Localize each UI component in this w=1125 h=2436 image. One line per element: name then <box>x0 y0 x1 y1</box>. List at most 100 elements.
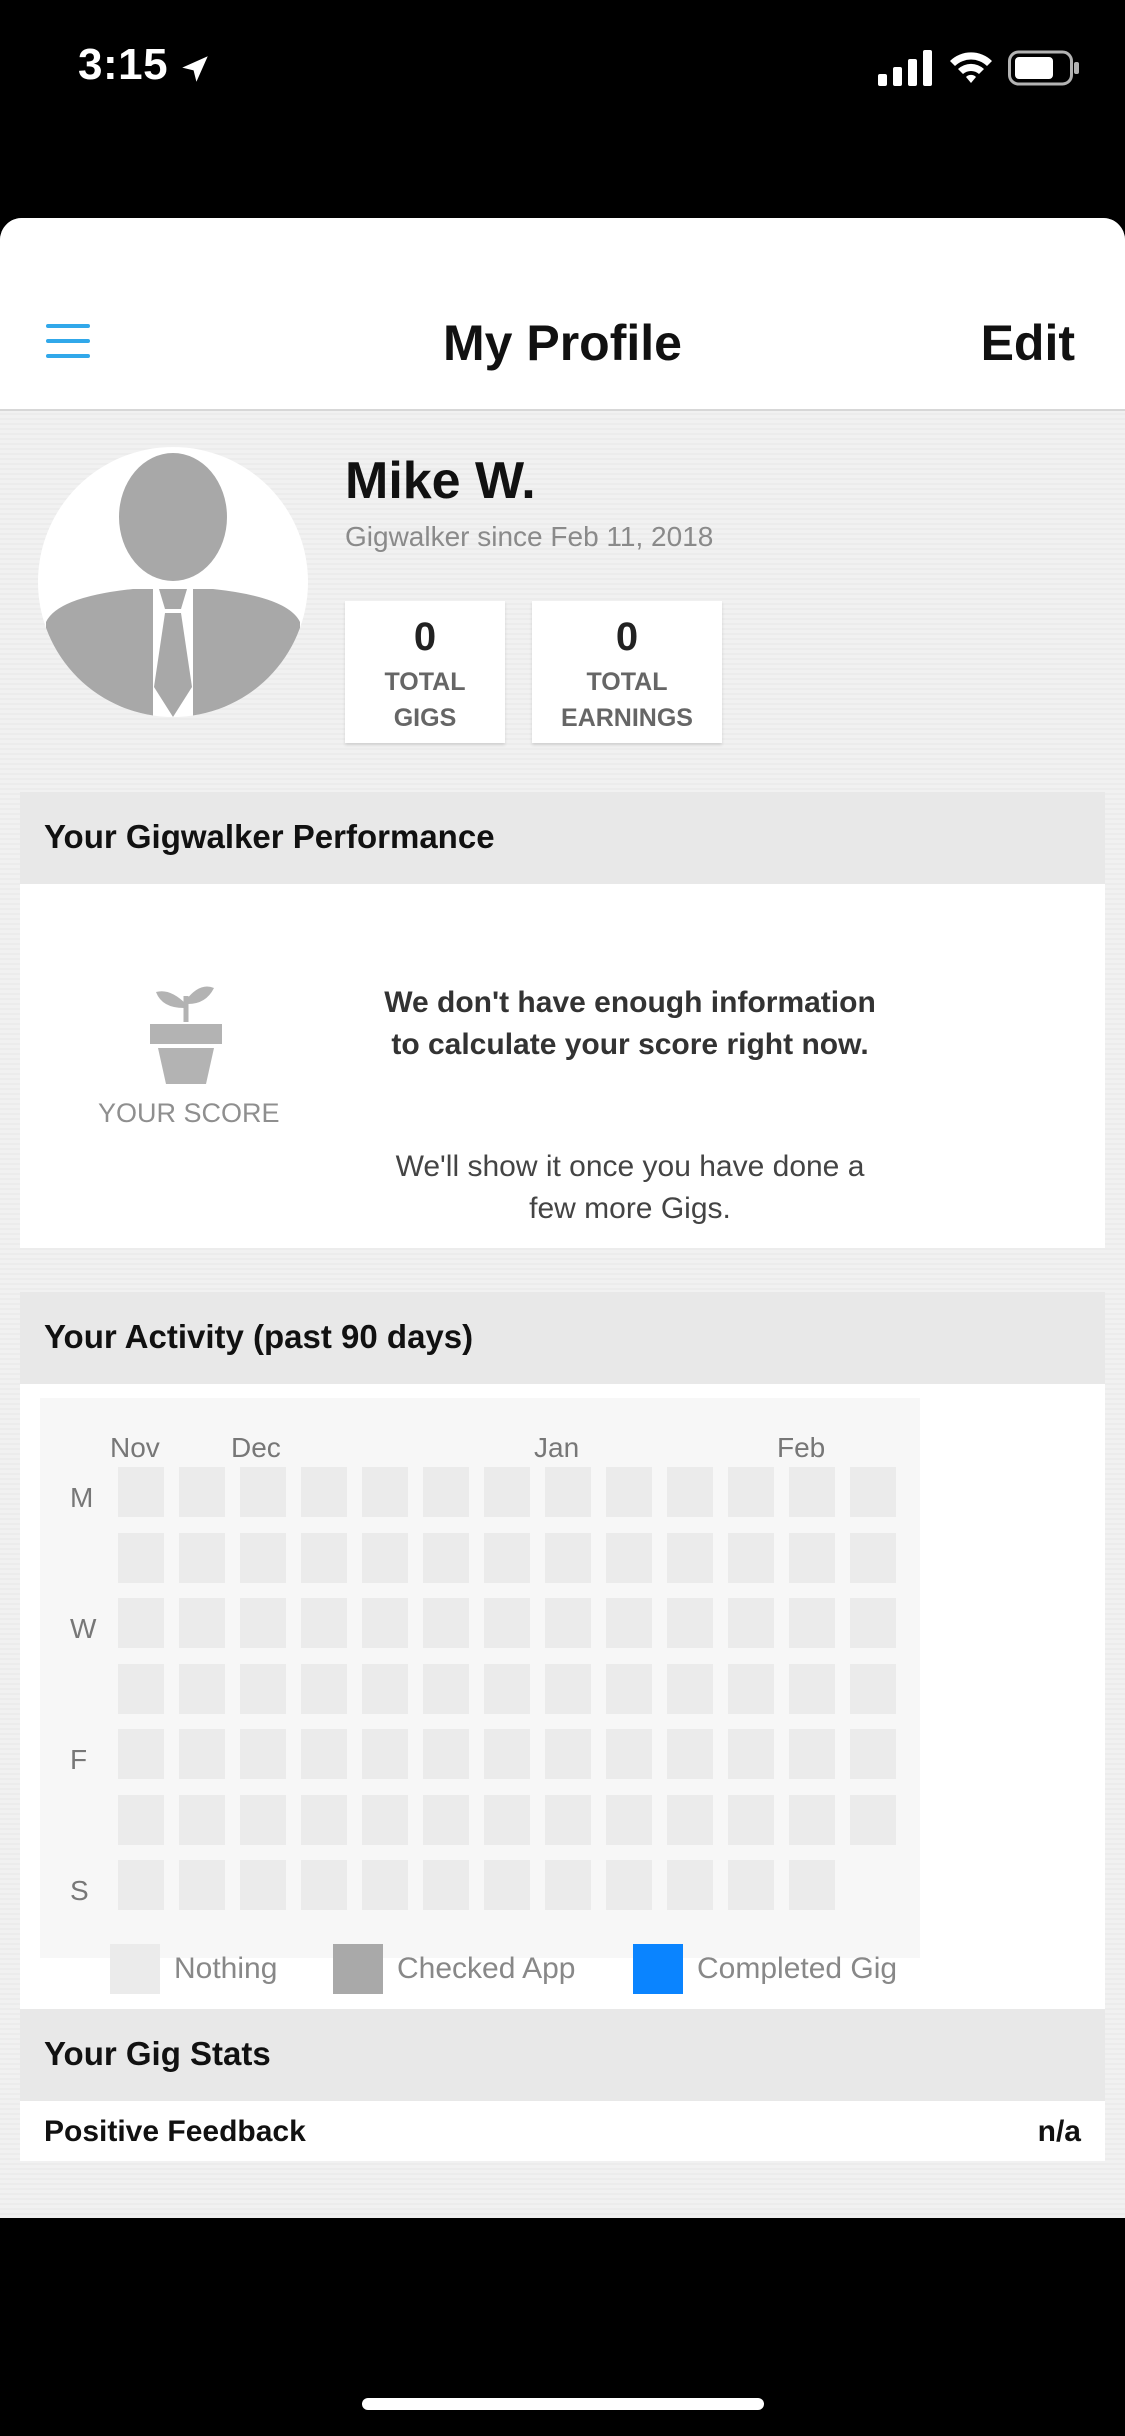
user-name: Mike W. <box>345 452 536 510</box>
activity-cell <box>850 1598 896 1648</box>
home-indicator[interactable] <box>362 2398 764 2410</box>
activity-cell <box>545 1795 591 1845</box>
activity-cell <box>484 1860 530 1910</box>
activity-cell <box>545 1664 591 1714</box>
month-label: Dec <box>231 1432 281 1463</box>
activity-cell <box>423 1860 469 1910</box>
month-label: Feb <box>777 1432 826 1463</box>
activity-cell <box>728 1533 774 1583</box>
activity-cell <box>484 1467 530 1517</box>
activity-cell <box>789 1860 835 1910</box>
legend-swatch-nothing <box>110 1944 160 1994</box>
activity-cell <box>240 1467 286 1517</box>
activity-cell <box>240 1795 286 1845</box>
activity-cell <box>728 1795 774 1845</box>
total-gigs-label: TOTAL GIGS <box>384 668 466 732</box>
activity-cell <box>362 1795 408 1845</box>
activity-cell <box>362 1729 408 1779</box>
gig-stats-header: Your Gig Stats <box>20 2009 1105 2101</box>
score-hint-message: We'll show it once you have done a few m… <box>395 1150 865 1225</box>
total-earnings-value: 0 <box>615 615 639 659</box>
activity-cell <box>179 1795 225 1845</box>
activity-cell <box>545 1598 591 1648</box>
activity-cell <box>301 1598 347 1648</box>
avatar <box>38 447 308 717</box>
activity-cell <box>301 1795 347 1845</box>
activity-cell <box>179 1598 225 1648</box>
activity-cell <box>484 1795 530 1845</box>
activity-cell <box>301 1860 347 1910</box>
activity-cell <box>240 1598 286 1648</box>
legend-label-checked-app: Checked App <box>397 1952 576 1985</box>
activity-cell <box>789 1729 835 1779</box>
sprout-pot-icon <box>150 986 222 1084</box>
your-score-label: YOUR SCORE <box>98 1098 280 1128</box>
cellular-signal-icon <box>878 50 932 86</box>
activity-cell <box>423 1533 469 1583</box>
activity-cell <box>850 1729 896 1779</box>
activity-cell <box>606 1467 652 1517</box>
activity-cell <box>545 1729 591 1779</box>
edit-button[interactable]: Edit <box>981 314 1075 372</box>
location-arrow-icon <box>182 56 208 82</box>
activity-cell <box>667 1729 713 1779</box>
activity-cell <box>850 1533 896 1583</box>
activity-cell <box>179 1467 225 1517</box>
activity-cell <box>240 1729 286 1779</box>
activity-cell <box>667 1860 713 1910</box>
legend-label-completed-gig: Completed Gig <box>697 1952 898 1985</box>
gig-stats-heading: Your Gig Stats <box>44 2035 271 2072</box>
activity-cell <box>118 1664 164 1714</box>
activity-cell <box>789 1664 835 1714</box>
activity-cell <box>789 1598 835 1648</box>
activity-cell <box>545 1467 591 1517</box>
day-label: S <box>70 1875 89 1906</box>
gig-stat-value: n/a <box>1037 2115 1081 2148</box>
nav-bar: My Profile Edit <box>0 218 1125 411</box>
legend-swatch-completed-gig <box>633 1944 683 1994</box>
activity-cell <box>423 1795 469 1845</box>
activity-cell <box>484 1598 530 1648</box>
performance-panel: YOUR SCORE We don't have enough informat… <box>20 884 1105 1248</box>
activity-cell <box>667 1533 713 1583</box>
performance-header: Your Gigwalker Performance <box>20 792 1105 884</box>
activity-cell <box>179 1533 225 1583</box>
profile-content[interactable]: Mike W. Gigwalker since Feb 11, 2018 0 T… <box>0 411 1125 2218</box>
activity-cell <box>850 1467 896 1517</box>
activity-cell <box>240 1533 286 1583</box>
activity-cell <box>789 1467 835 1517</box>
activity-cell <box>606 1729 652 1779</box>
activity-cell <box>423 1467 469 1517</box>
activity-cell <box>728 1467 774 1517</box>
battery-icon <box>1008 50 1079 86</box>
page-title: My Profile <box>443 315 682 371</box>
activity-cell <box>728 1729 774 1779</box>
status-bar: 3:15 <box>0 0 1125 140</box>
total-gigs-value: 0 <box>413 615 437 659</box>
activity-cell <box>362 1860 408 1910</box>
activity-cell <box>606 1860 652 1910</box>
activity-cell <box>545 1533 591 1583</box>
activity-cell <box>850 1664 896 1714</box>
activity-cell <box>728 1598 774 1648</box>
default-user-icon <box>46 453 300 717</box>
activity-cell <box>606 1664 652 1714</box>
activity-cell <box>423 1729 469 1779</box>
legend-swatch-checked-app <box>333 1944 383 1994</box>
gig-stat-row: Positive Feedback n/a <box>20 2101 1105 2161</box>
activity-cell <box>667 1598 713 1648</box>
activity-cell <box>789 1533 835 1583</box>
activity-cell <box>606 1795 652 1845</box>
activity-cell <box>240 1664 286 1714</box>
activity-cell <box>118 1729 164 1779</box>
activity-cell <box>301 1664 347 1714</box>
activity-cell <box>301 1533 347 1583</box>
gig-stat-label: Positive Feedback <box>44 2115 306 2148</box>
activity-cell <box>484 1664 530 1714</box>
activity-cell <box>362 1533 408 1583</box>
activity-heatmap <box>40 1398 920 1958</box>
performance-heading: Your Gigwalker Performance <box>44 818 495 855</box>
activity-cell <box>850 1795 896 1845</box>
activity-cell <box>423 1598 469 1648</box>
month-label: Nov <box>110 1432 160 1463</box>
